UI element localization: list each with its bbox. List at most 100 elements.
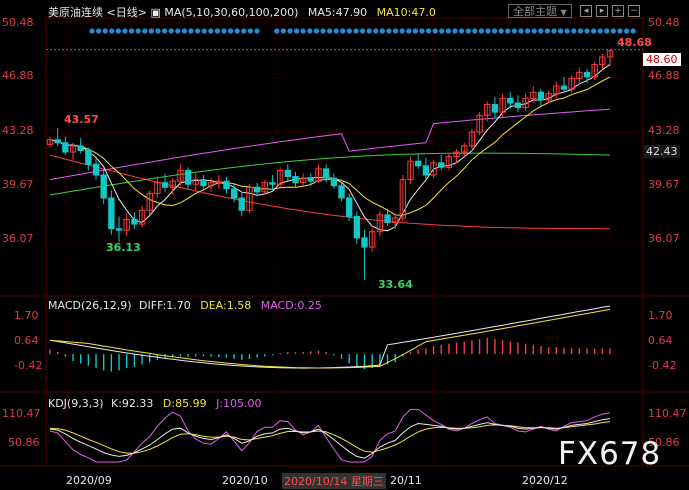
candle-down: [415, 160, 422, 167]
y-tick-right: 46.88: [648, 69, 680, 82]
period-selector[interactable]: <日线>: [107, 6, 147, 19]
event-dot: [379, 28, 385, 34]
chart-header: 美原油连续 <日线> ▣ MA(5,10,30,60,100,200) MA5:…: [48, 4, 436, 20]
candle-down: [77, 145, 84, 151]
event-dot: [624, 28, 630, 34]
event-dot: [313, 28, 319, 34]
event-dot: [102, 28, 108, 34]
event-dot: [617, 28, 623, 34]
candle-down: [85, 149, 92, 165]
macd-panel: [49, 305, 611, 372]
candle-down: [284, 169, 291, 178]
candle-down: [269, 182, 276, 185]
event-dot-row: [89, 28, 636, 34]
nav-left-icon[interactable]: ◂: [580, 5, 592, 17]
kdj-d: D:85.99: [162, 397, 207, 410]
y-tick-left: 39.67: [2, 178, 34, 191]
candle-down: [514, 102, 522, 109]
event-dot: [393, 28, 399, 34]
y-tick-left: 50.48: [2, 16, 34, 29]
event-dot: [577, 28, 584, 34]
event-dot: [366, 28, 372, 34]
candle-down: [560, 85, 568, 90]
macd-tick-left: -0.42: [14, 359, 43, 372]
instrument-title[interactable]: 美原油连续: [48, 6, 103, 19]
candle-down: [292, 176, 299, 184]
event-dot: [459, 28, 465, 34]
event-dot: [558, 28, 564, 34]
event-dot: [406, 28, 412, 34]
ma-checkbox-icon[interactable]: ▣: [150, 6, 160, 19]
candle-down: [330, 177, 338, 187]
event-dot: [320, 28, 326, 34]
candle-down: [422, 165, 430, 176]
macd-header: MACD(26,12,9) DIFF:1.70 DEA:1.58 MACD:0.…: [48, 299, 322, 312]
y-tick-right: 43.28: [648, 124, 680, 137]
moving-average-lines: [49, 63, 611, 232]
event-dot: [604, 28, 610, 34]
event-dot: [525, 28, 531, 34]
event-dot: [360, 28, 366, 34]
date-label: 2020/09: [66, 474, 112, 487]
candle-down: [131, 218, 138, 225]
ma-params: MA(5,10,30,60,100,200): [164, 6, 299, 19]
date-label: 2020/12: [522, 474, 568, 487]
event-dot: [221, 28, 227, 34]
zoom-in-icon[interactable]: +: [612, 5, 624, 17]
event-dot: [214, 28, 220, 34]
y-tick-left: 46.88: [2, 69, 34, 82]
candle-down: [108, 197, 115, 230]
event-dot: [610, 28, 617, 34]
event-dot: [571, 28, 577, 34]
ma5-value: MA5:47.90: [307, 6, 368, 19]
candle-down: [100, 174, 107, 199]
y-tick-right: 39.67: [648, 178, 680, 191]
event-dot: [531, 28, 537, 34]
ma5-line: [49, 63, 611, 232]
candle-down: [345, 197, 353, 217]
event-dot: [96, 28, 102, 34]
candle-down: [54, 139, 61, 144]
event-dot: [122, 28, 128, 34]
macd-value: MACD:0.25: [260, 299, 322, 312]
event-dot: [346, 28, 352, 34]
event-dot: [274, 28, 280, 34]
candle-down: [115, 228, 123, 231]
event-dot: [241, 28, 247, 34]
event-dot: [333, 28, 339, 34]
kdj-params: KDJ(9,3,3): [48, 397, 104, 410]
event-dot: [544, 28, 551, 34]
event-dot: [135, 28, 141, 34]
event-dot: [168, 28, 174, 34]
kdj-tick-right: 110.47: [648, 407, 687, 420]
nav-right-icon[interactable]: ▸: [596, 5, 608, 17]
event-dot: [208, 28, 214, 34]
event-dot: [584, 28, 590, 34]
event-dot: [300, 28, 306, 34]
theme-dropdown[interactable]: 全部主题 ▼: [508, 4, 572, 18]
event-dot: [162, 28, 168, 34]
y-tick-left: 36.07: [2, 232, 34, 245]
event-dot: [327, 28, 333, 34]
macd-tick-right: 1.70: [648, 309, 673, 322]
macd-tick-left: 0.64: [14, 334, 39, 347]
event-dot: [419, 28, 425, 34]
event-dot: [353, 28, 359, 34]
event-dot: [518, 28, 524, 34]
candle-down: [238, 197, 245, 211]
event-dot: [142, 28, 148, 34]
event-dot: [294, 28, 300, 34]
candle-down: [353, 215, 361, 239]
macd-tick-right: 0.64: [648, 334, 673, 347]
event-dot: [551, 28, 557, 34]
kdj-d-line: [49, 421, 611, 454]
y-tick-left: 43.28: [2, 124, 34, 137]
event-dot: [439, 28, 445, 34]
zoom-out-icon[interactable]: −: [628, 5, 640, 17]
macd-params: MACD(26,12,9): [48, 299, 132, 312]
candle-down: [92, 163, 100, 176]
candle-down: [307, 177, 315, 182]
dropdown-arrow-icon: ▼: [560, 8, 567, 17]
event-dot: [155, 28, 161, 34]
event-dot: [564, 28, 570, 34]
